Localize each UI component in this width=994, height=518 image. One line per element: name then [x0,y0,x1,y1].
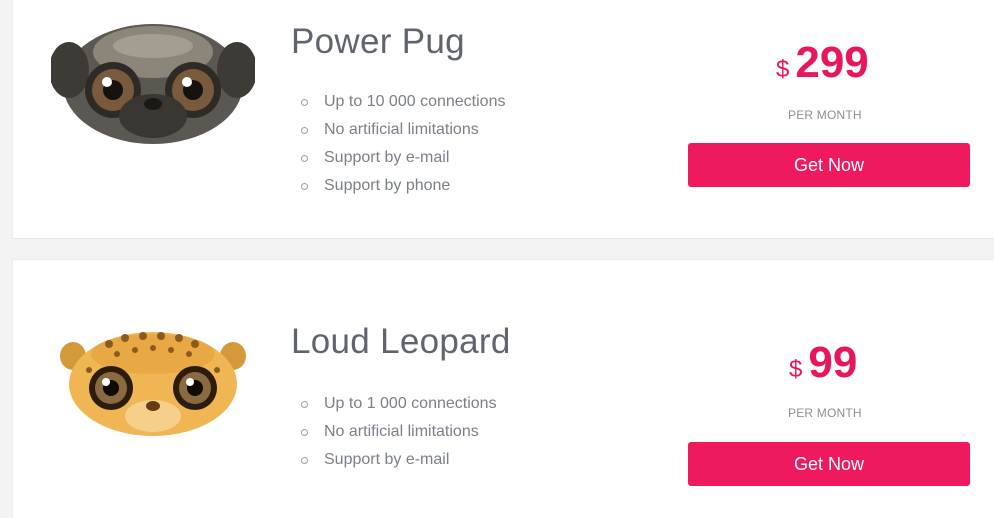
feature-text: No artificial limitations [324,121,479,138]
get-now-button[interactable]: Get Now [688,442,970,486]
price: $99 [789,338,857,388]
list-item: Up to 1 000 connections [299,390,497,418]
price: $299 [776,38,869,88]
list-item: Support by phone [299,172,505,200]
list-item: No artificial limitations [299,116,505,144]
plan-card-loud-leopard: Loud Leopard Up to 1 000 connections No … [12,259,994,518]
list-item: Support by e-mail [299,144,505,172]
feature-list: Up to 10 000 connections No artificial l… [299,88,505,200]
bullet-icon [301,429,308,436]
currency-symbol: $ [776,56,790,83]
feature-text: Up to 10 000 connections [324,93,506,110]
bullet-icon [301,155,308,162]
get-now-button[interactable]: Get Now [688,143,970,187]
bullet-icon [301,457,308,464]
plan-card-power-pug: Power Pug Up to 10 000 connections No ar… [12,0,994,239]
plan-title: Power Pug [291,22,465,61]
bullet-icon [301,127,308,134]
price-period: PER MONTH [788,406,862,420]
bullet-icon [301,401,308,408]
bullet-icon [301,183,308,190]
feature-text: Support by phone [324,177,451,194]
plan-title: Loud Leopard [291,322,511,361]
feature-text: No artificial limitations [324,423,479,440]
list-item: Support by e-mail [299,446,497,474]
bullet-icon [301,99,308,106]
feature-list: Up to 1 000 connections No artificial li… [299,390,497,474]
price-amount: 99 [808,338,858,387]
price-period: PER MONTH [788,108,862,122]
feature-text: Up to 1 000 connections [324,395,497,412]
price-amount: 299 [795,38,869,87]
feature-text: Support by e-mail [324,451,450,468]
currency-symbol: $ [789,356,803,383]
list-item: No artificial limitations [299,418,497,446]
pug-avatar [51,24,255,144]
leopard-avatar [60,332,246,436]
feature-text: Support by e-mail [324,149,450,166]
list-item: Up to 10 000 connections [299,88,505,116]
